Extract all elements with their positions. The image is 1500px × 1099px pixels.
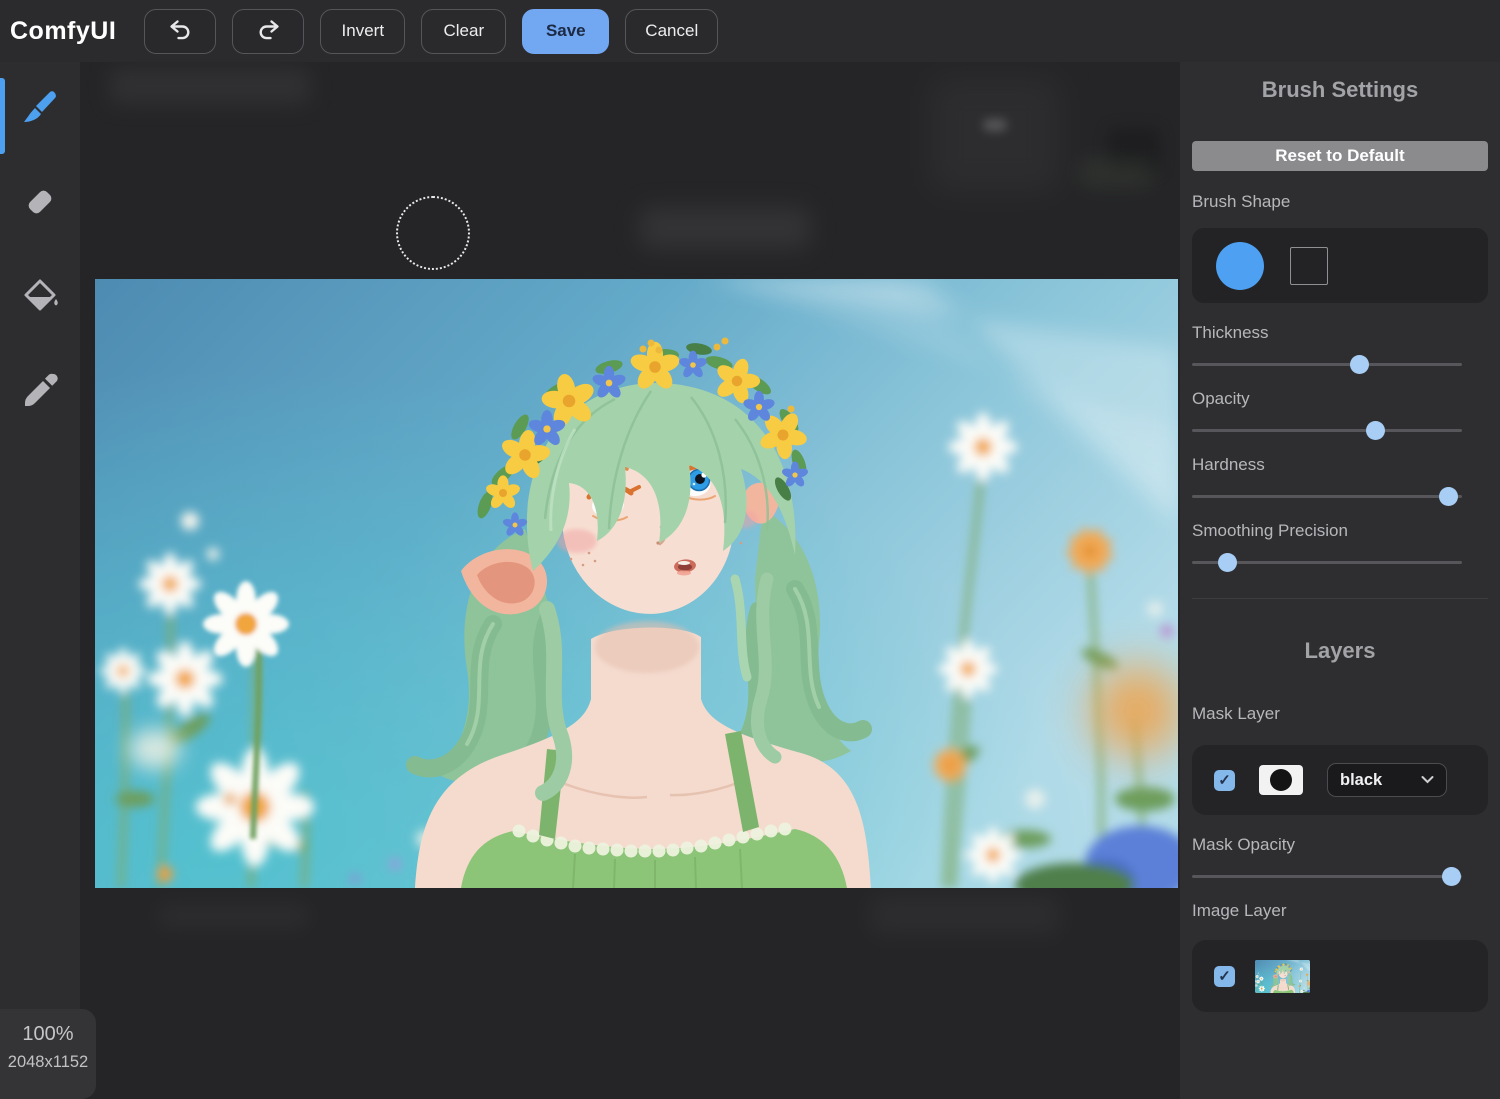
mask-layer-label: Mask Layer bbox=[1192, 703, 1488, 725]
blurred-backdrop-node bbox=[870, 896, 1060, 934]
reset-to-default-button[interactable]: Reset to Default bbox=[1192, 141, 1488, 171]
mask-opacity-label: Mask Opacity bbox=[1192, 834, 1488, 856]
fill-bucket-icon bbox=[20, 275, 60, 320]
image-layer-thumbnail bbox=[1255, 960, 1310, 993]
mask-color-value: black bbox=[1340, 771, 1382, 790]
image-layer-label: Image Layer bbox=[1192, 900, 1488, 922]
eyedropper-tool-button[interactable] bbox=[19, 371, 61, 413]
brush-settings-title: Brush Settings bbox=[1192, 76, 1488, 104]
thickness-label: Thickness bbox=[1192, 322, 1488, 344]
mask-editor-canvas[interactable] bbox=[80, 62, 1180, 1099]
fill-tool-button[interactable] bbox=[19, 276, 61, 318]
image-resolution: 2048x1152 bbox=[0, 1047, 96, 1077]
slider-track bbox=[1192, 363, 1462, 366]
slider-track bbox=[1192, 495, 1462, 498]
checkmark-icon: ✓ bbox=[1218, 771, 1231, 789]
eraser-tool-button[interactable] bbox=[19, 182, 61, 224]
brush-cursor bbox=[396, 196, 470, 270]
settings-panel: Brush Settings Reset to Default Brush Sh… bbox=[1180, 62, 1500, 1099]
invert-button[interactable]: Invert bbox=[320, 9, 405, 54]
checkmark-icon: ✓ bbox=[1218, 967, 1231, 985]
eraser-icon bbox=[20, 181, 60, 226]
smoothing-precision-slider[interactable] bbox=[1192, 552, 1462, 572]
brush-icon bbox=[20, 86, 60, 131]
blurred-backdrop-node bbox=[110, 68, 310, 104]
slider-track bbox=[1192, 429, 1462, 432]
blurred-backdrop-node bbox=[930, 77, 1060, 192]
mask-preview-dot bbox=[1270, 769, 1292, 791]
blurred-backdrop-node bbox=[158, 904, 308, 928]
blurred-backdrop-node bbox=[983, 119, 1007, 131]
image-layer-visibility-checkbox[interactable]: ✓ bbox=[1214, 966, 1235, 987]
hardness-label: Hardness bbox=[1192, 454, 1488, 476]
mask-opacity-slider[interactable] bbox=[1192, 866, 1462, 886]
mask-layer-row: ✓ black bbox=[1192, 745, 1488, 815]
hardness-slider[interactable] bbox=[1192, 486, 1462, 506]
slider-track bbox=[1192, 875, 1462, 878]
clear-button[interactable]: Clear bbox=[421, 9, 506, 54]
slider-thumb[interactable] bbox=[1218, 553, 1237, 572]
undo-arrow-icon bbox=[167, 15, 194, 47]
blurred-backdrop-node bbox=[640, 208, 810, 248]
opacity-label: Opacity bbox=[1192, 388, 1488, 410]
redo-arrow-icon bbox=[255, 15, 282, 47]
panel-divider bbox=[1192, 598, 1488, 599]
mask-preview-icon bbox=[1259, 765, 1303, 795]
top-toolbar: ComfyUI Invert Clear Save Cancel bbox=[0, 0, 1500, 62]
canvas-image[interactable] bbox=[95, 279, 1178, 888]
chevron-down-icon bbox=[1421, 771, 1434, 789]
app-title: ComfyUI bbox=[10, 17, 116, 46]
tool-sidebar bbox=[0, 62, 80, 1099]
blurred-backdrop-node bbox=[1080, 160, 1152, 186]
layers-title: Layers bbox=[1192, 637, 1488, 665]
image-layer-row: ✓ bbox=[1192, 940, 1488, 1012]
mask-color-dropdown[interactable]: black bbox=[1327, 763, 1447, 797]
slider-thumb[interactable] bbox=[1350, 355, 1369, 374]
slider-thumb[interactable] bbox=[1366, 421, 1385, 440]
mask-layer-visibility-checkbox[interactable]: ✓ bbox=[1214, 770, 1235, 791]
brush-shape-square-option[interactable] bbox=[1290, 247, 1328, 285]
smoothing-precision-label: Smoothing Precision bbox=[1192, 520, 1488, 542]
undo-button[interactable] bbox=[144, 9, 216, 54]
zoom-level: 100% bbox=[0, 1021, 96, 1047]
brush-tool-button[interactable] bbox=[19, 87, 61, 129]
cancel-button[interactable]: Cancel bbox=[625, 9, 718, 54]
opacity-slider[interactable] bbox=[1192, 420, 1462, 440]
brush-shape-label: Brush Shape bbox=[1192, 191, 1488, 213]
redo-button[interactable] bbox=[232, 9, 304, 54]
active-tool-indicator bbox=[0, 78, 5, 154]
zoom-indicator: 100% 2048x1152 bbox=[0, 1009, 96, 1099]
slider-thumb[interactable] bbox=[1442, 867, 1461, 886]
save-button[interactable]: Save bbox=[522, 9, 609, 54]
eyedropper-icon bbox=[20, 370, 60, 415]
brush-shape-circle-option[interactable] bbox=[1216, 242, 1264, 290]
brush-shape-picker bbox=[1192, 228, 1488, 303]
thickness-slider[interactable] bbox=[1192, 354, 1462, 374]
slider-thumb[interactable] bbox=[1439, 487, 1458, 506]
